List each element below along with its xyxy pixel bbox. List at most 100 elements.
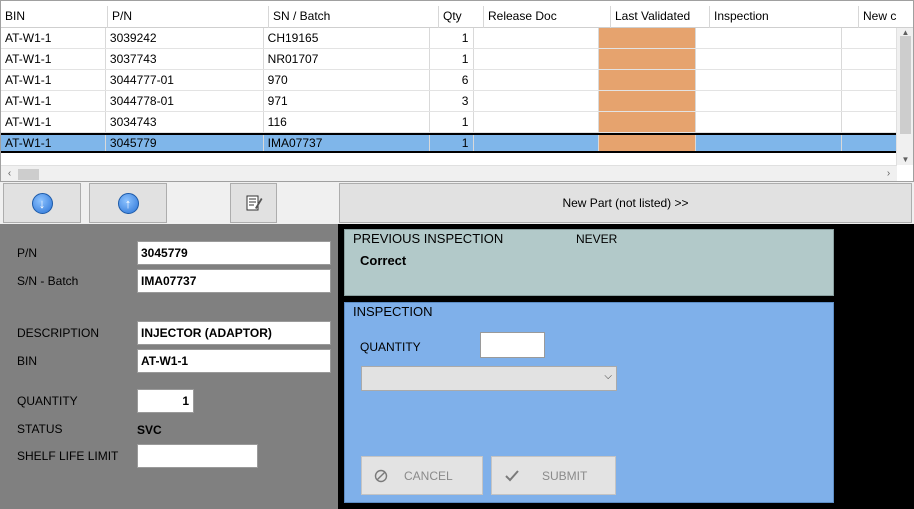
cell-new[interactable] (842, 28, 897, 48)
inspection-result-select[interactable]: ⌵ (361, 366, 617, 391)
cell-release-doc[interactable] (474, 135, 599, 151)
cell-last-validated[interactable] (598, 91, 697, 111)
table-row[interactable]: AT-W1-1 3037743 NR01707 1 (1, 49, 897, 70)
table-row[interactable]: AT-W1-1 3039242 CH19165 1 (1, 28, 897, 49)
scroll-right-icon[interactable]: › (880, 166, 897, 181)
cell-last-validated[interactable] (598, 49, 697, 69)
status-value: SVC (137, 423, 162, 437)
cell-sn[interactable]: CH19165 (264, 28, 431, 48)
cell-last-validated[interactable] (598, 70, 697, 90)
column-header-pn[interactable]: P/N (108, 6, 269, 28)
cell-last-validated[interactable] (598, 28, 697, 48)
quantity-label: QUANTITY (17, 394, 78, 408)
cancel-label: CANCEL (404, 468, 453, 483)
submit-button[interactable]: SUBMIT (491, 456, 616, 495)
description-label: DESCRIPTION (17, 326, 100, 340)
cell-pn[interactable]: 3044778-01 (106, 91, 264, 111)
cell-qty[interactable]: 1 (430, 28, 475, 48)
column-header-inspection[interactable]: Inspection (710, 6, 859, 28)
cell-last-validated[interactable] (598, 112, 697, 132)
table-row[interactable]: AT-W1-1 3044777-01 970 6 (1, 70, 897, 91)
bin-field[interactable]: AT-W1-1 (137, 349, 331, 373)
cell-release-doc[interactable] (474, 49, 599, 69)
cell-new[interactable] (842, 49, 897, 69)
cell-release-doc[interactable] (474, 28, 599, 48)
shelf-life-field[interactable] (137, 444, 258, 468)
cell-bin[interactable]: AT-W1-1 (1, 112, 106, 132)
cell-qty[interactable]: 1 (430, 135, 475, 151)
table-row-selected[interactable]: AT-W1-1 3045779 IMA07737 1 (1, 133, 897, 153)
quantity-field[interactable]: 1 (137, 389, 194, 413)
arrow-down-circle-icon: ↓ (31, 192, 53, 214)
horizontal-scrollbar[interactable]: ‹ › (1, 165, 897, 181)
horizontal-scroll-thumb[interactable] (18, 169, 39, 180)
sn-batch-field[interactable]: IMA07737 (137, 269, 331, 293)
previous-inspection-result: Correct (360, 253, 407, 268)
scroll-down-icon[interactable]: ▼ (897, 155, 913, 165)
cell-pn[interactable]: 3039242 (106, 28, 264, 48)
previous-inspection-title: PREVIOUS INSPECTION (353, 231, 504, 246)
description-field[interactable]: INJECTOR (ADAPTOR) (137, 321, 331, 345)
column-header-sn-batch[interactable]: SN / Batch (269, 6, 439, 28)
inspection-panel: INSPECTION QUANTITY ⌵ CANCEL SUBMIT (344, 302, 834, 503)
cell-bin[interactable]: AT-W1-1 (1, 70, 106, 90)
grid-header: BIN P/N SN / Batch Qty Release Doc Last … (1, 6, 913, 28)
cell-inspection[interactable] (696, 91, 843, 111)
cell-release-doc[interactable] (474, 70, 599, 90)
cell-qty[interactable]: 1 (430, 49, 475, 69)
cancel-icon (374, 469, 388, 482)
cell-bin[interactable]: AT-W1-1 (1, 91, 106, 111)
cancel-button[interactable]: CANCEL (361, 456, 483, 495)
new-part-button[interactable]: New Part (not listed) >> (339, 183, 912, 223)
column-header-new[interactable]: New c (859, 6, 913, 28)
cell-new[interactable] (842, 91, 897, 111)
cell-sn[interactable]: NR01707 (264, 49, 431, 69)
arrow-up-circle-icon: ↑ (117, 192, 139, 214)
pn-field[interactable]: 3045779 (137, 241, 331, 265)
move-down-button[interactable]: ↓ (3, 183, 81, 223)
table-row[interactable]: AT-W1-1 3044778-01 971 3 (1, 91, 897, 112)
cell-release-doc[interactable] (474, 91, 599, 111)
cell-bin[interactable]: AT-W1-1 (1, 135, 106, 151)
cell-new[interactable] (842, 112, 897, 132)
vertical-scroll-thumb[interactable] (900, 36, 911, 134)
cell-inspection[interactable] (696, 112, 843, 132)
shelf-life-label: SHELF LIFE LIMIT (17, 449, 119, 463)
scroll-left-icon[interactable]: ‹ (1, 166, 18, 181)
cell-sn[interactable]: 970 (264, 70, 431, 90)
cell-inspection[interactable] (696, 49, 843, 69)
cell-new[interactable] (842, 135, 897, 151)
column-header-qty[interactable]: Qty (439, 6, 484, 28)
previous-inspection-date: NEVER (576, 232, 618, 246)
cell-qty[interactable]: 6 (430, 70, 475, 90)
inspection-title: INSPECTION (353, 304, 433, 319)
cell-inspection[interactable] (696, 28, 843, 48)
parts-grid: BIN P/N SN / Batch Qty Release Doc Last … (0, 0, 914, 182)
vertical-scrollbar[interactable]: ▲ ▼ (896, 28, 913, 165)
table-row[interactable]: AT-W1-1 3034743 116 1 (1, 112, 897, 133)
cell-qty[interactable]: 1 (430, 112, 475, 132)
cell-bin[interactable]: AT-W1-1 (1, 49, 106, 69)
cell-bin[interactable]: AT-W1-1 (1, 28, 106, 48)
move-up-button[interactable]: ↑ (89, 183, 167, 223)
column-header-bin[interactable]: BIN (1, 6, 108, 28)
inspection-quantity-label: QUANTITY (360, 340, 421, 354)
cell-pn[interactable]: 3034743 (106, 112, 264, 132)
cell-new[interactable] (842, 70, 897, 90)
cell-sn[interactable]: IMA07737 (264, 135, 431, 151)
column-header-release-doc[interactable]: Release Doc (484, 6, 611, 28)
inspection-quantity-field[interactable] (480, 332, 545, 358)
cell-sn[interactable]: 971 (264, 91, 431, 111)
cell-pn[interactable]: 3037743 (106, 49, 264, 69)
edit-document-icon (246, 195, 262, 211)
cell-release-doc[interactable] (474, 112, 599, 132)
cell-inspection[interactable] (696, 70, 843, 90)
column-header-last-validated[interactable]: Last Validated (611, 6, 710, 28)
cell-last-validated[interactable] (598, 135, 697, 151)
cell-sn[interactable]: 116 (264, 112, 431, 132)
cell-inspection[interactable] (696, 135, 843, 151)
cell-pn[interactable]: 3044777-01 (106, 70, 264, 90)
cell-qty[interactable]: 3 (430, 91, 475, 111)
edit-button[interactable] (230, 183, 277, 223)
cell-pn[interactable]: 3045779 (106, 135, 264, 151)
